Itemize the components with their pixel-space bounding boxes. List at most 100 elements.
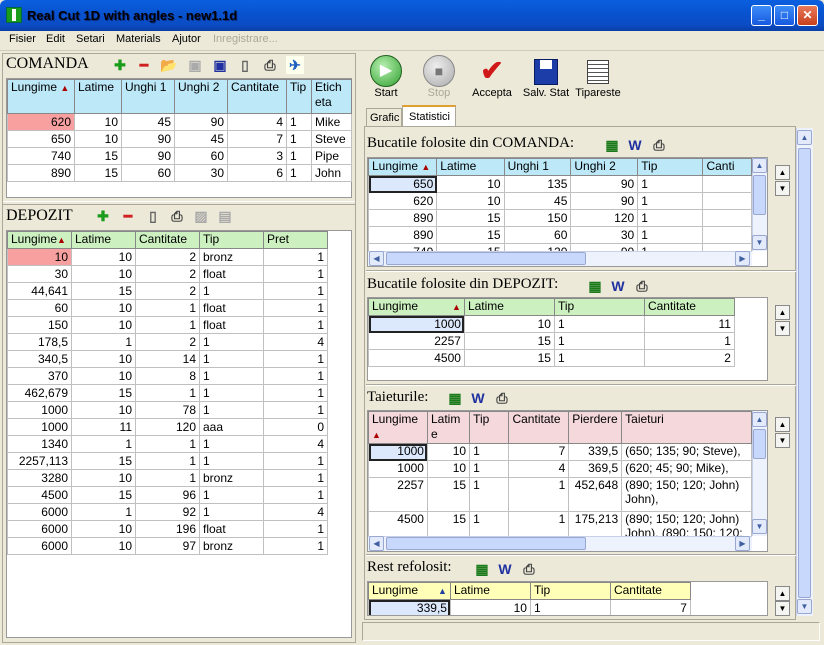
accept-button[interactable]: ✔ Accepta [469,55,515,99]
table-cell[interactable]: 10 [463,315,555,333]
scroll-thumb[interactable] [386,537,586,550]
col-tip[interactable]: Tip [469,411,510,444]
table-cell[interactable]: 1 [263,486,328,504]
table-cell[interactable]: 2 [135,333,200,351]
table-cell[interactable]: 4 [227,113,287,131]
print-icon[interactable]: ⎙ [520,560,538,578]
scroll-left-button[interactable]: ◀ [369,251,384,266]
table-cell[interactable]: 97 [135,537,200,555]
table-cell[interactable]: 10 [71,520,136,538]
table-cell[interactable]: 1 [263,316,328,334]
table-cell[interactable] [702,209,752,227]
table-row[interactable]: 1340 1 1 1 4 [7,435,328,453]
table-cell[interactable]: 1 [71,333,136,351]
table-cell[interactable]: John [311,164,352,182]
table-cell[interactable]: 7 [227,130,287,148]
table-cell[interactable]: 1 [469,477,510,512]
move-down-button[interactable]: ▼ [775,601,790,616]
table-cell[interactable]: 1 [199,435,264,453]
table-cell[interactable]: 1 [469,511,510,536]
table-cell[interactable]: 10 [71,316,136,334]
table-cell[interactable]: 890 [368,209,438,227]
table-cell[interactable]: 1 [199,503,264,521]
table-cell[interactable]: 1 [135,299,200,317]
table-row[interactable]: 30 10 2 float 1 [7,265,328,283]
print-icon[interactable]: ⎙ [168,207,186,225]
table-row[interactable]: 339,5 10 1 7 [368,599,691,615]
table-cell[interactable]: 90 [174,113,228,131]
table-cell[interactable]: 30 [174,164,228,182]
table-row[interactable]: 1000 10 1 4 369,5 (620; 45; 90; Mike), [368,460,752,478]
table-cell[interactable]: 90 [121,147,175,165]
table-cell[interactable]: 1340 [7,435,72,453]
table-cell[interactable]: bronz [199,248,264,266]
col-cantitate[interactable]: Cantitate [227,79,287,114]
table-cell[interactable]: 10 [71,367,136,385]
table-row[interactable]: 890 15 60 30 1 [368,226,752,244]
col-latime[interactable]: Latime [449,582,531,600]
table-cell[interactable]: 1000 [368,315,465,333]
table-cell[interactable] [702,243,752,251]
word-icon[interactable]: W [626,136,644,154]
remove-icon[interactable]: ━ [119,207,137,225]
table-row[interactable]: 10 10 2 bronz 1 [7,248,328,266]
open-folder-icon[interactable]: 📂 [160,56,178,74]
table-cell[interactable]: 150 [503,209,572,227]
table-cell[interactable]: 1 [263,367,328,385]
table-cell[interactable]: 10 [426,460,471,478]
table-cell[interactable]: 6000 [7,537,72,555]
print-button[interactable]: Tipareste [575,55,621,99]
move-down-button[interactable]: ▼ [775,433,790,448]
table-cell[interactable]: 15 [463,349,555,367]
table-cell[interactable]: 1 [71,503,136,521]
table-cell[interactable]: 1 [135,384,200,402]
word-icon[interactable]: W [609,277,627,295]
scroll-down-button[interactable]: ▼ [752,519,767,534]
table-cell[interactable]: 1 [135,469,200,487]
table-cell[interactable]: 15 [436,243,505,251]
table-cell[interactable]: 369,5 [568,460,623,478]
table-cell[interactable]: 4500 [368,349,465,367]
table-cell[interactable]: 339,5 [568,443,623,461]
move-down-button[interactable]: ▼ [775,321,790,336]
table-cell[interactable]: 15 [74,147,122,165]
table-cell[interactable]: 1 [286,130,312,148]
table-cell[interactable]: 60 [174,147,228,165]
tab-statistici[interactable]: Statistici [402,105,456,127]
table-cell[interactable]: Mike [311,113,352,131]
col-cantitate[interactable]: Cantitate [508,411,570,444]
table-cell[interactable]: 1 [263,282,328,300]
table-cell[interactable]: bronz [199,537,264,555]
minimize-button[interactable]: _ [751,5,772,26]
table-cell[interactable]: 1 [71,435,136,453]
col-unghi2[interactable]: Unghi 2 [174,79,228,114]
table-cell[interactable]: 45 [503,192,572,210]
table-cell[interactable]: 10 [449,599,531,615]
table-cell[interactable]: 1 [199,401,264,419]
table-cell[interactable]: 14 [135,350,200,368]
table-cell[interactable]: aaa [199,418,264,436]
col-pierdere[interactable]: Pierdere [568,411,623,444]
scroll-down-button[interactable]: ▼ [752,235,767,250]
col-unghi2[interactable]: Unghi 2 [570,158,639,176]
table-cell[interactable]: 10 [426,443,471,461]
table-cell[interactable]: 6000 [7,520,72,538]
table-cell[interactable]: 2 [135,265,200,283]
table-row[interactable]: 3280 10 1 bronz 1 [7,469,328,487]
table-row[interactable]: 1000 11 120 aaa 0 [7,418,328,436]
table-cell[interactable]: 178,5 [7,333,72,351]
table-cell[interactable]: 10 [436,192,505,210]
table-cell[interactable]: 370 [7,367,72,385]
table-cell[interactable]: 890 [368,226,438,244]
table-cell[interactable]: 11 [643,315,735,333]
start-button[interactable]: ▶ Start [369,55,403,99]
table-cell[interactable]: float [199,299,264,317]
table-cell[interactable]: 175,213 [568,511,623,536]
table-row[interactable]: 74015120901 [368,243,752,251]
table-cell[interactable]: 120 [135,418,200,436]
table-cell[interactable]: 45 [121,113,175,131]
table-cell[interactable]: 1 [508,511,570,536]
table-cell[interactable]: 452,648 [568,477,623,512]
table-row[interactable]: 6000 10 97 bronz 1 [7,537,328,555]
table-cell[interactable]: 1 [263,469,328,487]
